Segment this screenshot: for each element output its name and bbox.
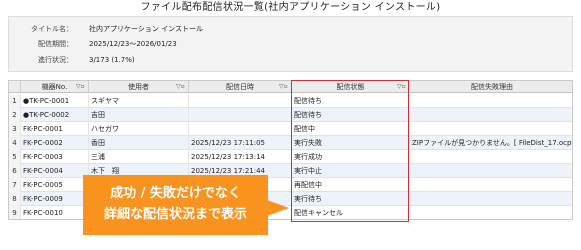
- date-cell: 2025/12/23 17:13:14: [189, 150, 292, 164]
- device-no-cell: FK-PC-0001: [21, 122, 89, 136]
- row-number-cell: 3: [9, 122, 21, 136]
- device-no-cell: FK-PC-0002: [21, 136, 89, 150]
- window-title: ファイル配布配信状況一覧(社内アプリケーション インストール): [140, 2, 441, 13]
- row-number-cell: 9: [9, 206, 21, 219]
- failure-reason-cell: [410, 94, 572, 108]
- date-cell: [189, 94, 292, 108]
- device-no-cell: FK-PC-0004: [21, 164, 89, 178]
- failure-reason-cell: [410, 122, 572, 136]
- period-value: 2025/12/23〜2026/01/23: [89, 40, 177, 48]
- header-failure-reason-label: 配信失敗理由: [471, 83, 513, 91]
- row-number-cell: 7: [9, 178, 21, 192]
- progress-value: 3/173 (1.7%): [89, 56, 135, 64]
- row-number-cell: 1: [9, 94, 21, 108]
- header-user[interactable]: 使用者: [89, 81, 189, 93]
- callout-line-2: 詳細な配信状況まで表示: [103, 207, 247, 222]
- filter-icon[interactable]: ▽▫: [176, 83, 185, 91]
- row-number-cell: 8: [9, 192, 21, 206]
- title-label: タイトル名：: [31, 25, 73, 33]
- user-cell: 吉田: [89, 108, 189, 122]
- row-number-cell: 5: [9, 150, 21, 164]
- failure-reason-cell: [410, 192, 572, 206]
- filter-icon[interactable]: ▽▫: [279, 83, 288, 91]
- date-cell: [189, 122, 292, 136]
- failure-reason-cell: [410, 150, 572, 164]
- header-row-number: [9, 81, 21, 93]
- filter-icon[interactable]: ▽▫: [76, 83, 85, 91]
- device-no-cell: FK-PC-0003: [21, 150, 89, 164]
- row-number-cell: 2: [9, 108, 21, 122]
- callout-arrow: [267, 200, 289, 216]
- failure-reason-cell: [410, 178, 572, 192]
- failure-reason-cell: [410, 206, 572, 219]
- user-cell: ハセガワ: [89, 122, 189, 136]
- device-no-cell: ●TK-PC-0001: [21, 94, 89, 108]
- period-label: 配信期間：: [38, 40, 73, 48]
- progress-label: 進行状況：: [38, 56, 73, 64]
- device-no-cell: FK-PC-0005: [21, 178, 89, 192]
- header-user-label: 使用者: [128, 83, 149, 91]
- user-cell: 三浦: [89, 150, 189, 164]
- row-number-cell: 6: [9, 164, 21, 178]
- header-date-label: 配信日時: [226, 83, 254, 91]
- header-device-no-label: 機器No.: [41, 83, 68, 91]
- status-column-highlight: [291, 80, 409, 222]
- header-failure-reason[interactable]: 配信失敗理由: [410, 81, 572, 93]
- feature-callout: 成功 / 失敗だけでなく 詳細な配信状況まで表示: [83, 175, 268, 235]
- user-cell: 香田: [89, 136, 189, 150]
- user-cell: スギヤマ: [89, 94, 189, 108]
- device-no-cell: FK-PC-0009: [21, 192, 89, 206]
- distribution-info-panel: タイトル名： 社内アプリケーション インストール 配信期間： 2025/12/2…: [8, 16, 573, 72]
- failure-reason-cell: ZIPファイルが見つかりません。[ FileDist_17.ocpf]: [412, 139, 573, 147]
- failure-reason-cell: [410, 164, 572, 178]
- callout-line-1: 成功 / 失敗だけでなく: [110, 186, 241, 201]
- device-no-cell: FK-PC-0010: [21, 206, 89, 219]
- date-cell: 2025/12/23 17:11:05: [189, 136, 292, 150]
- failure-reason-cell: [410, 108, 572, 122]
- device-no-cell: ●TK-PC-0002: [21, 108, 89, 122]
- date-cell: [189, 108, 292, 122]
- title-value: 社内アプリケーション インストール: [89, 25, 203, 33]
- header-date[interactable]: 配信日時: [189, 81, 292, 93]
- row-number-cell: 4: [9, 136, 21, 150]
